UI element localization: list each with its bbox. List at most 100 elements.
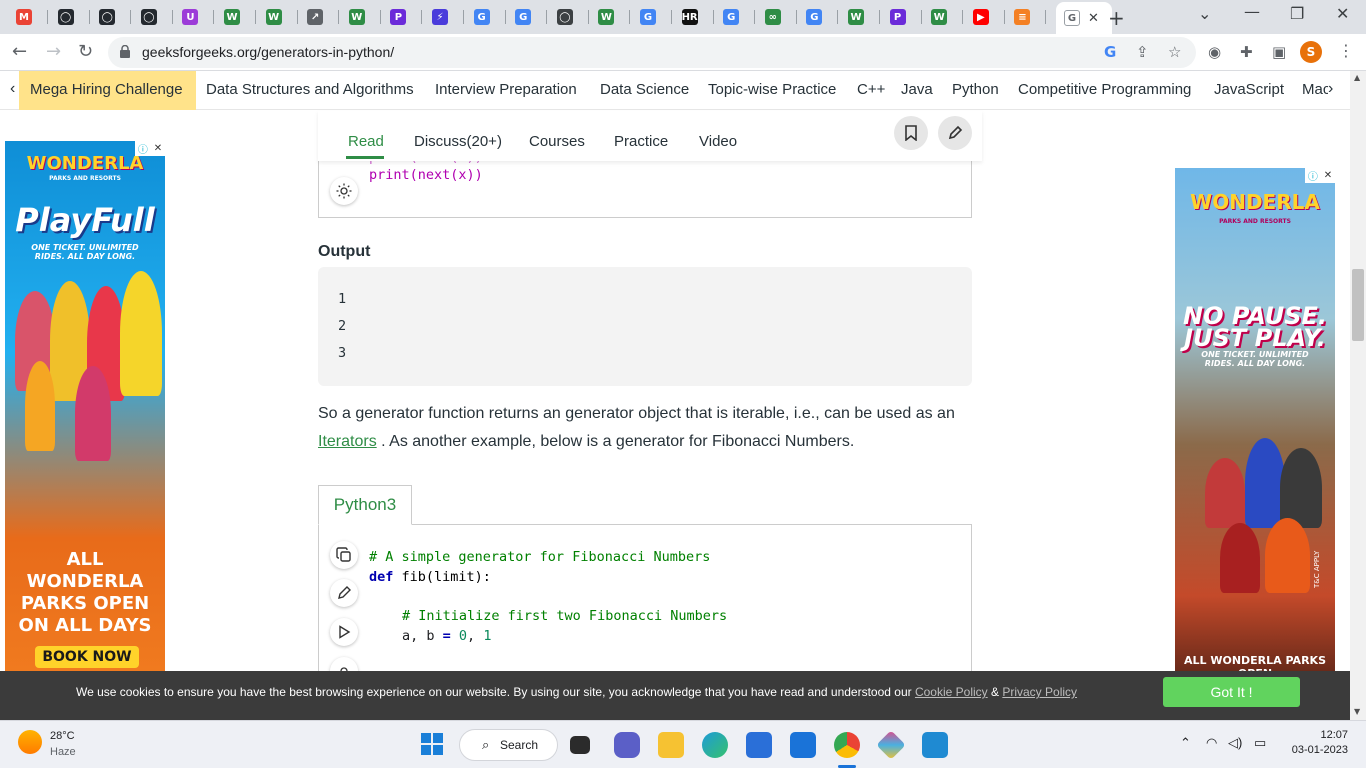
browser-tab[interactable]: W <box>840 5 880 29</box>
forward-icon[interactable]: → <box>46 41 61 62</box>
browser-tab[interactable]: ◯ <box>91 5 132 29</box>
bookmark-icon[interactable] <box>894 116 928 150</box>
browser-tab[interactable]: ↗ <box>299 5 340 29</box>
browser-tab[interactable]: G <box>798 5 839 29</box>
nav-item-mega-hiring[interactable]: Mega Hiring Challenge <box>30 81 183 98</box>
browser-tab[interactable]: G <box>632 5 672 29</box>
profile-avatar[interactable]: S <box>1300 41 1322 63</box>
browser-tab[interactable]: ⚡ <box>424 5 464 29</box>
nav-item-cpp[interactable]: C++ <box>857 81 885 98</box>
browser-tab[interactable]: ∞ <box>757 5 797 29</box>
taskbar-search[interactable]: ⌕ Search <box>459 729 558 761</box>
google-lens-icon[interactable]: G <box>1104 43 1116 61</box>
tab-courses[interactable]: Courses <box>529 133 585 150</box>
edit-pencil-icon[interactable] <box>938 116 972 150</box>
extensions-puzzle-icon[interactable]: ✚ <box>1240 43 1253 61</box>
app-icon[interactable] <box>876 730 906 760</box>
nav-item-mac[interactable]: Mac <box>1302 81 1328 98</box>
bookmark-star-icon[interactable]: ☆ <box>1168 43 1181 61</box>
browser-tab[interactable]: G <box>507 5 548 29</box>
browser-tab[interactable]: ◯ <box>50 5 90 29</box>
nav-item-topic-practice[interactable]: Topic-wise Practice <box>708 81 836 98</box>
browser-tab[interactable]: ≡ <box>1006 5 1047 29</box>
browser-tab[interactable]: HR <box>674 5 714 29</box>
right-advertisement[interactable]: ⓘ ✕ WONDERLA PARKS AND RESORTS NO PAUSE. … <box>1175 168 1335 671</box>
browser-tab[interactable]: W <box>258 5 298 29</box>
book-now-button[interactable]: BOOK NOW <box>35 646 139 668</box>
privacy-policy-link[interactable]: Privacy Policy <box>1002 685 1077 699</box>
page-scrollbar[interactable]: ▲ ▼ <box>1350 71 1366 720</box>
browser-tab[interactable]: ◯ <box>549 5 589 29</box>
nav-item-java[interactable]: Java <box>901 81 933 98</box>
tab-discuss[interactable]: Discuss(20+) <box>414 133 502 150</box>
browser-tab[interactable]: U <box>174 5 215 29</box>
wifi-icon[interactable]: ◠ <box>1206 735 1217 751</box>
file-explorer-icon[interactable] <box>658 732 684 758</box>
microsoft-store-icon[interactable] <box>746 732 772 758</box>
browser-tab[interactable]: W <box>216 5 256 29</box>
browser-tab[interactable]: W <box>590 5 631 29</box>
restore-button[interactable]: ❐ <box>1290 4 1304 23</box>
chevron-right-icon[interactable]: › <box>1328 80 1333 98</box>
weather-sun-icon[interactable] <box>18 730 42 754</box>
browser-tab[interactable]: G <box>466 5 506 29</box>
got-it-button[interactable]: Got It ! <box>1163 677 1300 707</box>
edit-code-icon[interactable] <box>330 579 358 607</box>
browser-tab[interactable]: M <box>8 5 48 29</box>
clock[interactable]: 12:07 03-01-2023 <box>1286 729 1348 756</box>
nav-item-javascript[interactable]: JavaScript <box>1214 81 1284 98</box>
teams-chat-icon[interactable] <box>614 732 640 758</box>
copy-code-icon[interactable] <box>330 541 358 569</box>
nav-item-python[interactable]: Python <box>952 81 999 98</box>
mail-icon[interactable] <box>790 732 816 758</box>
cookie-policy-link[interactable]: Cookie Policy <box>915 685 988 699</box>
nav-item-competitive[interactable]: Competitive Programming <box>1018 81 1191 98</box>
back-icon[interactable]: ← <box>12 41 27 62</box>
browser-tab[interactable]: ▶ <box>965 5 1005 29</box>
browser-tab[interactable]: P <box>882 5 922 29</box>
iterators-link[interactable]: Iterators <box>318 433 377 450</box>
tab-video[interactable]: Video <box>699 133 737 150</box>
browser-tab-active[interactable]: G ✕ <box>1056 2 1112 34</box>
address-bar[interactable]: geeksforgeeks.org/generators-in-python/ … <box>108 37 1196 68</box>
new-tab-button[interactable]: + <box>1108 6 1125 30</box>
edge-browser-icon[interactable] <box>702 732 728 758</box>
browser-tab[interactable]: W <box>923 5 964 29</box>
tray-chevron-up-icon[interactable]: ⌃ <box>1180 735 1191 751</box>
minimize-button[interactable]: — <box>1244 2 1260 21</box>
scroll-down-icon[interactable]: ▼ <box>1354 707 1360 716</box>
ad-choices-icon[interactable]: ⓘ ✕ <box>1305 168 1335 183</box>
run-code-icon[interactable] <box>330 618 358 646</box>
scroll-up-icon[interactable]: ▲ <box>1354 73 1360 82</box>
vscode-icon[interactable] <box>922 732 948 758</box>
task-view-icon[interactable] <box>570 736 590 754</box>
browser-tab[interactable]: W <box>341 5 381 29</box>
nav-item-data-science[interactable]: Data Science <box>600 81 689 98</box>
tab-search-icon[interactable]: ⌄ <box>1198 4 1211 23</box>
url-text[interactable]: geeksforgeeks.org/generators-in-python/ <box>142 44 394 60</box>
weather-condition[interactable]: Haze <box>50 746 76 758</box>
theme-toggle-icon[interactable] <box>330 177 358 205</box>
scrollbar-thumb[interactable] <box>1352 269 1364 341</box>
battery-icon[interactable]: ▭ <box>1254 735 1266 751</box>
chevron-left-icon[interactable]: ‹ <box>10 80 15 98</box>
close-tab-icon[interactable]: ✕ <box>1088 11 1099 26</box>
reload-icon[interactable]: ↻ <box>78 41 93 62</box>
side-panel-icon[interactable]: ▣ <box>1272 43 1286 61</box>
code-language-tab[interactable]: Python3 <box>318 485 412 525</box>
nav-item-dsa[interactable]: Data Structures and Algorithms <box>206 81 414 98</box>
share-icon[interactable]: ⇪ <box>1136 43 1149 61</box>
browser-tab[interactable]: G <box>715 5 756 29</box>
left-advertisement[interactable]: ⓘ ✕ WONDERLA PARKS AND RESORTS PlayFull O… <box>5 141 165 671</box>
nav-item-interview[interactable]: Interview Preparation <box>435 81 577 98</box>
chrome-icon[interactable] <box>834 732 860 758</box>
extension-grammarly-icon[interactable]: ◉ <box>1208 43 1221 61</box>
browser-tab[interactable]: P <box>382 5 423 29</box>
menu-dots-icon[interactable]: ⋮ <box>1338 41 1354 60</box>
volume-icon[interactable]: ◁) <box>1228 735 1242 751</box>
windows-start-icon[interactable] <box>421 733 443 755</box>
browser-tab[interactable]: ◯ <box>133 5 173 29</box>
tab-practice[interactable]: Practice <box>614 133 668 150</box>
tab-read[interactable]: Read <box>348 133 384 150</box>
close-window-button[interactable]: ✕ <box>1336 4 1349 23</box>
